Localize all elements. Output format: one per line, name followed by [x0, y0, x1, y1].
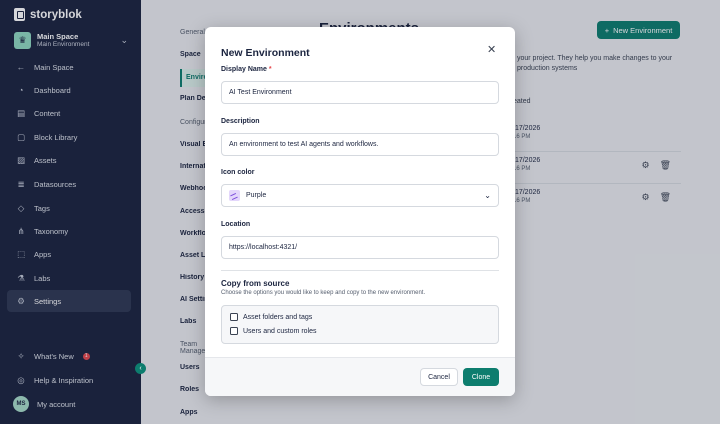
asset-folders-checkbox[interactable]: [230, 313, 238, 321]
option-asset-folders[interactable]: Asset folders and tags: [230, 313, 312, 321]
divider: [221, 270, 499, 271]
display-name-label: Display Name *: [221, 66, 272, 73]
collapse-sidebar-button[interactable]: ‹: [135, 363, 146, 374]
chevron-left-icon: ‹: [139, 365, 142, 372]
option-users-roles[interactable]: Users and custom roles: [230, 327, 317, 335]
copy-section-subtitle: Choose the options you would like to kee…: [221, 290, 426, 296]
location-field[interactable]: https://localhost:4321/: [221, 236, 499, 259]
display-name-field[interactable]: AI Test Environment: [221, 81, 499, 104]
clone-button[interactable]: Clone: [463, 368, 499, 386]
icon-color-select[interactable]: Purple ⌄: [221, 184, 499, 207]
icon-color-label: Icon color: [221, 169, 255, 176]
description-field[interactable]: An environment to test AI agents and wor…: [221, 133, 499, 156]
color-swatch-icon: [229, 190, 240, 201]
new-environment-dialog: New Environment ✕ Display Name * AI Test…: [205, 27, 515, 396]
close-icon[interactable]: ✕: [487, 43, 496, 56]
location-label: Location: [221, 221, 251, 228]
chevron-down-icon: ⌄: [484, 191, 491, 200]
users-roles-checkbox[interactable]: [230, 327, 238, 335]
copy-options: Asset folders and tags Users and custom …: [221, 305, 499, 344]
dialog-title: New Environment: [221, 47, 310, 59]
description-label: Description: [221, 118, 260, 125]
copy-section-title: Copy from source: [221, 279, 290, 288]
cancel-button[interactable]: Cancel: [420, 368, 458, 386]
dialog-footer: Cancel Clone: [205, 357, 515, 396]
